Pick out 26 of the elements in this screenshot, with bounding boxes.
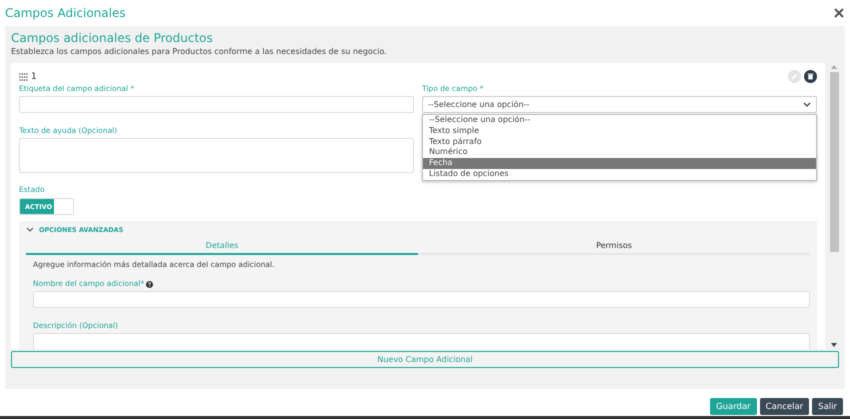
drag-handle-icon[interactable]: [19, 72, 28, 80]
scroll-up-icon[interactable]: [831, 65, 837, 69]
scroll-down-icon[interactable]: [831, 343, 837, 347]
dropdown-option[interactable]: Fecha: [423, 158, 816, 169]
dropdown-option[interactable]: Texto simple: [423, 126, 816, 137]
text-area[interactable]: [19, 138, 414, 173]
section-subtitle: Establezca los campos adicionales para Productos conforme a las necesidades de su negocio.: [11, 46, 388, 57]
close-icon[interactable]: [834, 8, 844, 18]
footer-button[interactable]: Cancelar: [760, 398, 810, 415]
chevron-down-icon: [803, 102, 811, 107]
chevron-down-icon[interactable]: [26, 227, 34, 232]
delete-icon[interactable]: [804, 70, 817, 83]
tab[interactable]: Permisos: [418, 238, 810, 255]
dropdown-option[interactable]: Listado de opciones: [423, 168, 816, 180]
field-number: 1: [31, 72, 37, 82]
scrollbar[interactable]: [829, 63, 839, 349]
dropdown-option[interactable]: Texto párrafo: [423, 136, 816, 148]
help-icon[interactable]: [146, 280, 154, 288]
input-field[interactable]: [19, 96, 414, 113]
section-title: Campos adicionales de Productos: [11, 31, 214, 46]
select-field[interactable]: --Seleccione una opción--: [422, 96, 817, 113]
footer-button[interactable]: Salir: [812, 398, 843, 415]
input-field[interactable]: [33, 291, 810, 308]
dialog-title: Campos Adicionales: [5, 6, 126, 20]
dropdown-option[interactable]: --Seleccione una opción--: [423, 115, 816, 126]
dropdown-option[interactable]: Numérico: [423, 147, 816, 158]
